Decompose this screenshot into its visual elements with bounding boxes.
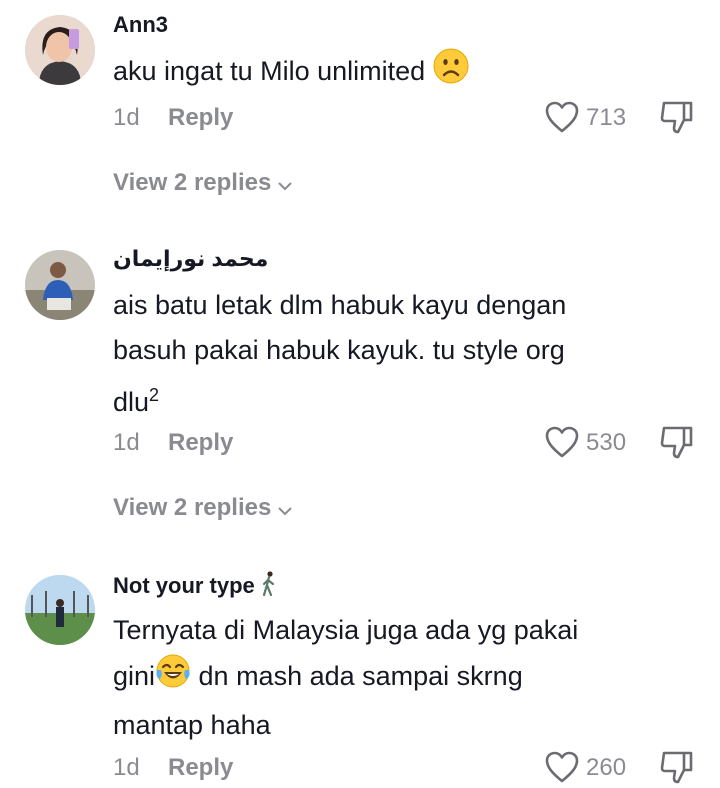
like-count: 530 bbox=[586, 429, 627, 456]
comment-time: 1d bbox=[113, 104, 140, 131]
username[interactable]: Not your type bbox=[113, 571, 277, 603]
comment-text-line: dlu2 bbox=[113, 373, 673, 425]
avatar[interactable] bbox=[25, 15, 95, 85]
comment-text: ais batu letak dlm habuk kayu dengan bas… bbox=[113, 283, 673, 425]
comment-time: 1d bbox=[113, 429, 140, 456]
comment-text-segment: gini bbox=[113, 661, 156, 692]
like-count: 260 bbox=[586, 754, 627, 781]
chevron-down-icon bbox=[277, 495, 293, 523]
comment-text-segment: dlu bbox=[113, 387, 150, 417]
person-walking-icon bbox=[261, 571, 277, 603]
comment-text-line: gini dn mash ada sampai skrng bbox=[113, 653, 673, 703]
comment-text: Ternyata di Malaysia juga ada yg pakai g… bbox=[113, 608, 673, 748]
username[interactable]: Ann3 bbox=[113, 12, 168, 38]
thumbs-down-icon[interactable] bbox=[660, 99, 694, 135]
comment-text-content: aku ingat tu Milo unlimited bbox=[113, 56, 426, 87]
username[interactable]: محمد نورإيمان bbox=[113, 246, 268, 272]
comment-text-segment: dn mash ada sampai skrng bbox=[191, 661, 523, 692]
comment-text-line: mantap haha bbox=[113, 710, 271, 740]
view-replies-button[interactable]: View 2 replies bbox=[113, 169, 293, 198]
tears-of-joy-icon bbox=[155, 653, 191, 703]
slightly-frowning-face-icon bbox=[433, 48, 469, 98]
view-replies-label: View 2 replies bbox=[113, 169, 272, 196]
reply-button[interactable]: Reply bbox=[168, 104, 233, 132]
reply-button[interactable]: Reply bbox=[168, 429, 233, 457]
thumbs-down-icon[interactable] bbox=[660, 749, 694, 785]
heart-icon[interactable] bbox=[544, 100, 580, 134]
comment-text: aku ingat tu Milo unlimited bbox=[113, 48, 673, 98]
view-replies-button[interactable]: View 2 replies bbox=[113, 494, 293, 523]
thumbs-down-icon[interactable] bbox=[660, 424, 694, 460]
comment-text-line: Ternyata di Malaysia juga ada yg pakai bbox=[113, 615, 579, 645]
username-text: Not your type bbox=[113, 572, 255, 598]
comment-text-line: basuh pakai habuk kayuk. tu style org bbox=[113, 335, 565, 365]
comment-text-line: ais batu letak dlm habuk kayu dengan bbox=[113, 290, 567, 320]
heart-icon[interactable] bbox=[544, 425, 580, 459]
comment-time: 1d bbox=[113, 754, 140, 781]
chevron-down-icon bbox=[277, 170, 293, 198]
superscript: 2 bbox=[149, 385, 160, 405]
heart-icon[interactable] bbox=[544, 750, 580, 784]
view-replies-label: View 2 replies bbox=[113, 494, 272, 521]
like-count: 713 bbox=[586, 104, 627, 131]
avatar[interactable] bbox=[25, 575, 95, 645]
avatar[interactable] bbox=[25, 250, 95, 320]
reply-button[interactable]: Reply bbox=[168, 754, 233, 782]
